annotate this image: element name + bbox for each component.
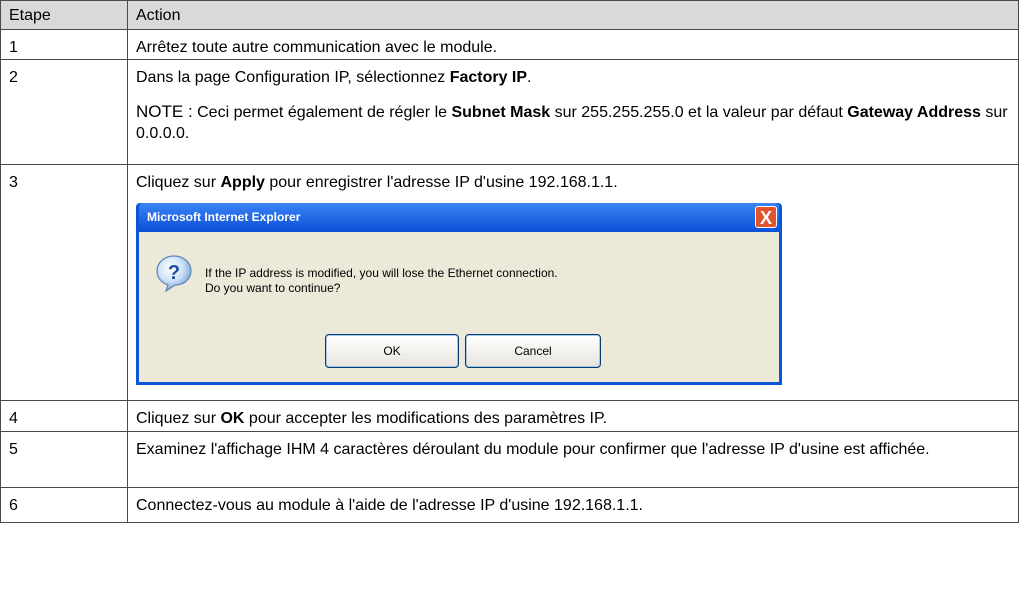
step-action: Cliquez sur OK pour accepter les modific… (127, 400, 1019, 432)
text-segment: pour enregistrer l'adresse IP d'usine 19… (264, 174, 618, 191)
message-line: If the IP address is modified, you will … (205, 266, 558, 280)
table-row: 3 Cliquez sur Apply pour enregistrer l'a… (0, 164, 1019, 401)
note-label: NOTE : (136, 102, 193, 121)
dialog-title: Microsoft Internet Explorer (147, 210, 301, 224)
procedure-table: Etape Action 1 Arrêtez toute autre commu… (0, 0, 1019, 523)
step-number: 1 (0, 29, 128, 60)
step-action: Connectez-vous au module à l'aide de l'a… (127, 487, 1019, 523)
text-segment: Cliquez sur (136, 410, 221, 427)
header-action: Action (127, 0, 1019, 30)
table-row: 5 Examinez l'affichage IHM 4 caractères … (0, 431, 1019, 488)
step-text: Dans la page Configuration IP, sélection… (136, 67, 1010, 88)
step-number: 3 (0, 164, 128, 401)
text-segment: Ceci permet également de régler le (192, 104, 452, 121)
dialog-title-bar[interactable]: Microsoft Internet Explorer X (139, 203, 779, 232)
bold-term: Apply (220, 174, 265, 191)
step-number: 2 (0, 59, 128, 165)
close-icon[interactable]: X (755, 206, 777, 228)
header-step: Etape (0, 0, 128, 30)
text-segment: . (527, 69, 532, 86)
step-number: 5 (0, 431, 128, 488)
message-line: Do you want to continue? (205, 281, 341, 295)
step-action: Arrêtez toute autre communication avec l… (127, 29, 1019, 60)
step-number: 4 (0, 400, 128, 432)
step-number: 6 (0, 487, 128, 523)
ok-button[interactable]: OK (325, 334, 459, 368)
text-segment: pour accepter les modifications des para… (244, 410, 608, 427)
text-segment: Dans la page Configuration IP, sélection… (136, 69, 450, 86)
bold-term: Subnet Mask (451, 104, 551, 121)
svg-text:?: ? (168, 262, 180, 284)
cancel-button[interactable]: Cancel (465, 334, 601, 368)
table-row: 2 Dans la page Configuration IP, sélecti… (0, 59, 1019, 165)
dialog-body: ? If the IP address is modified, you wil… (139, 232, 779, 382)
step-text: Cliquez sur Apply pour enregistrer l'adr… (136, 172, 1010, 193)
table-row: 6 Connectez-vous au module à l'aide de l… (0, 487, 1019, 523)
note-paragraph: NOTE : Ceci permet également de régler l… (136, 101, 1010, 144)
question-icon: ? (156, 255, 192, 292)
step-action: Dans la page Configuration IP, sélection… (127, 59, 1019, 165)
text-segment: sur 255.255.255.0 et la valeur par défau… (550, 104, 848, 121)
table-row: 1 Arrêtez toute autre communication avec… (0, 29, 1019, 60)
text-segment: Cliquez sur (136, 174, 221, 191)
step-action: Examinez l'affichage IHM 4 caractères dé… (127, 431, 1019, 488)
bold-term: Gateway Address (847, 104, 981, 121)
bold-term: Factory IP (449, 69, 528, 86)
table-header-row: Etape Action (0, 0, 1019, 30)
dialog-message: If the IP address is modified, you will … (205, 266, 558, 296)
step-action: Cliquez sur Apply pour enregistrer l'adr… (127, 164, 1019, 401)
confirm-dialog: Microsoft Internet Explorer X ? If the I… (136, 203, 782, 385)
table-row: 4 Cliquez sur OK pour accepter les modif… (0, 400, 1019, 432)
bold-term: OK (220, 410, 245, 427)
